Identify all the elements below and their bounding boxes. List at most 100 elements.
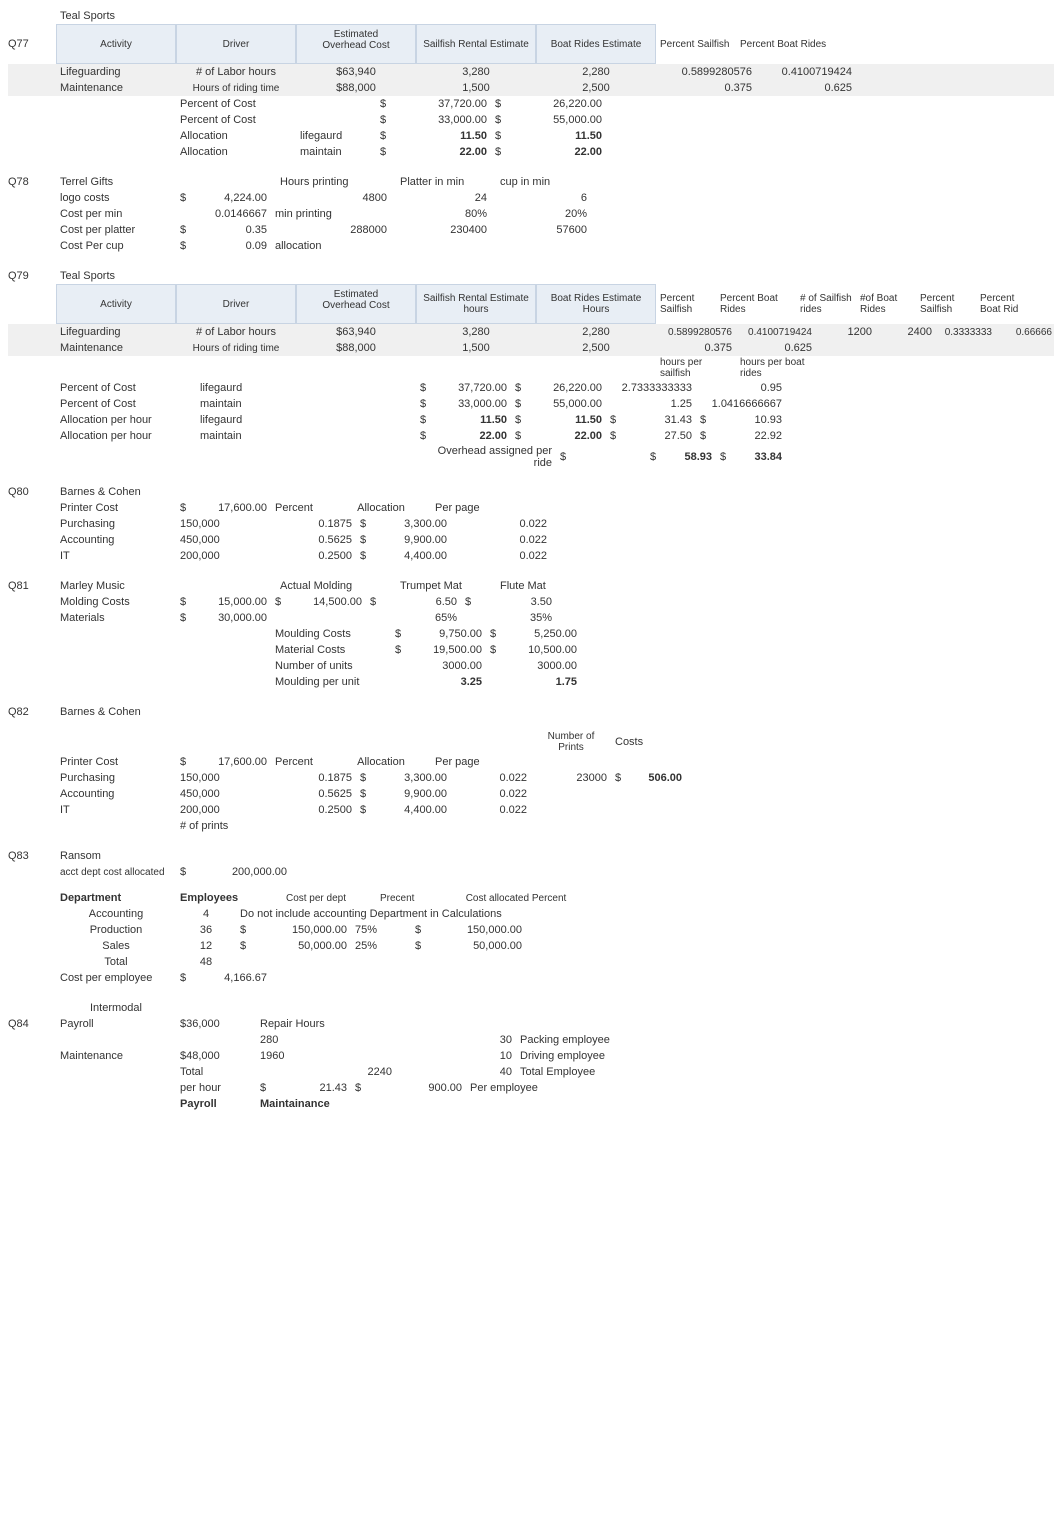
q80-d: $	[176, 501, 191, 515]
q82-d: $	[176, 755, 191, 769]
q80-perpage: 0.022	[451, 549, 551, 563]
q82-alloc: Allocation	[331, 755, 431, 769]
q81-d4: $	[461, 595, 476, 609]
pct20: 20%	[491, 207, 591, 221]
payroll-36k: $36,000	[176, 1017, 256, 1031]
ovh-assigned-lbl: Overhead assigned per ride	[416, 444, 556, 470]
q77-row-lbl: Percent of Cost	[176, 113, 296, 127]
logo-costs: logo costs	[56, 191, 176, 205]
hdr-estimated: Estimated	[301, 29, 411, 40]
q81-v1: 9,750.00	[406, 627, 486, 641]
q77-row-sub	[296, 119, 376, 121]
materials: Materials	[56, 611, 176, 625]
dsign3: $	[176, 239, 191, 253]
q80-title: Barnes & Cohen	[56, 485, 176, 499]
pct35: 35%	[476, 611, 556, 625]
q80-row-lbl: IT	[56, 549, 176, 563]
pct65: 65%	[381, 611, 461, 625]
q79-hdr-psf: Percent Sailfish	[916, 292, 976, 316]
q80-alloc: 4,400.00	[371, 549, 451, 563]
q79-hdr-nsr: # of Sailfish rides	[796, 292, 856, 316]
mc-650: 6.50	[381, 595, 461, 609]
q79-v3: 2.7333333333	[616, 381, 696, 395]
ovh-a: 58.93	[656, 450, 716, 464]
q80-val: 450,000	[176, 533, 256, 547]
cpc-val: 0.09	[191, 239, 271, 253]
q79-v4: 22.92	[706, 429, 786, 443]
q79-v3: 31.43	[616, 413, 696, 427]
q82-pct: 0.2500	[256, 803, 356, 817]
q79-v3: 1.25	[616, 397, 696, 411]
q79-hdr-sre: Sailfish Rental Estimate hours	[416, 284, 536, 324]
q81-v2: 10,500.00	[501, 643, 581, 657]
cpp-val: 0.35	[191, 223, 271, 237]
cpd-val: 150,000.00	[251, 923, 351, 937]
ovh-b: $	[716, 450, 726, 464]
q78-num: Q78	[8, 176, 56, 188]
q80-alloc: 9,900.00	[371, 533, 451, 547]
printer-cost-lbl: Printer Cost	[56, 501, 176, 515]
q79-title: Teal Sports	[56, 269, 176, 283]
p1b: 0.4100719424	[756, 65, 856, 79]
q80-perpage: 0.022	[451, 517, 551, 531]
q81-v1: 3.25	[406, 675, 486, 689]
q81-v2: 1.75	[501, 675, 581, 689]
r1-ovh: $63,940	[296, 65, 416, 79]
q79-r1-act: Lifeguarding	[56, 325, 176, 339]
dollar-sign	[486, 681, 501, 683]
q81-row-lbl: Material Costs	[271, 643, 391, 657]
cap-val	[426, 961, 526, 963]
q77-row-sub: lifegaurd	[296, 129, 376, 143]
q79-section: Q79 Teal Sports Activity Driver Estimate…	[8, 268, 1054, 470]
q77-num: Q77	[8, 38, 56, 50]
dollar-sign: $	[376, 145, 391, 159]
q79-hdr-overhead: Overhead Cost	[301, 300, 411, 311]
q79-num: Q79	[8, 270, 56, 282]
de-10: 10	[456, 1049, 516, 1063]
precent-val: 75%	[351, 923, 411, 937]
emp-count: 36	[176, 923, 236, 937]
cost-per-cup: Cost Per cup	[56, 239, 176, 253]
cpd-val	[251, 961, 351, 963]
q81-section: Q81 Marley Music Actual Molding Trumpet …	[8, 578, 1054, 690]
q79-r1-bre: 2,280	[536, 325, 656, 339]
total-lbl: Total	[176, 1065, 256, 1079]
q79-v2: 11.50	[526, 413, 606, 427]
maint-b: Maintainance	[256, 1097, 356, 1111]
q77-row-lbl: Percent of Cost	[176, 97, 296, 111]
mat-30000: 30,000.00	[191, 611, 271, 625]
h-hours-printing: Hours printing	[276, 175, 396, 189]
pe-900: 900.00	[366, 1081, 466, 1095]
dollar-sign	[696, 387, 706, 389]
payroll-b: Payroll	[176, 1097, 256, 1111]
cost-per-min: Cost per min	[56, 207, 176, 221]
driving-emp: Driving employee	[516, 1049, 636, 1063]
dollar-sign: $	[376, 113, 391, 127]
acct-dept-cost: acct dept cost allocated	[56, 866, 176, 879]
hdr-bre: Boat Rides Estimate	[536, 24, 656, 64]
q82-cost	[626, 793, 686, 795]
q81-d1: $	[176, 595, 191, 609]
q79-r1-sre: 3,280	[416, 325, 536, 339]
actual-molding: Actual Molding	[276, 579, 396, 593]
r2-ovh: $88,000	[296, 81, 416, 95]
q82-perpage: 0.022	[451, 803, 531, 817]
q79-p2a: 0.375	[656, 341, 736, 355]
q79-row-sub: lifegaurd	[196, 381, 296, 395]
te-40: 40	[456, 1065, 516, 1079]
dollar-sign: $	[356, 787, 371, 801]
dollar-sign	[236, 961, 251, 963]
emp-count: 48	[176, 955, 236, 969]
emp-hdr: Employees	[176, 891, 256, 905]
r2-bre: 2,500	[536, 81, 656, 95]
dollar-sign: $	[611, 771, 626, 785]
q79-v3: 27.50	[616, 429, 696, 443]
q82-printer-cost: Printer Cost	[56, 755, 176, 769]
q82-num: Q82	[8, 706, 56, 718]
dollar-sign: $	[491, 129, 506, 143]
q79-v1: 11.50	[431, 413, 511, 427]
q80-section: Q80 Barnes & Cohen Printer Cost $ 17,600…	[8, 484, 1054, 564]
q80-row-lbl: Purchasing	[56, 517, 176, 531]
q82-section: Q82 Barnes & Cohen Number of Prints Cost…	[8, 704, 1054, 834]
q79-p1a: 0.5899280576	[656, 326, 736, 339]
